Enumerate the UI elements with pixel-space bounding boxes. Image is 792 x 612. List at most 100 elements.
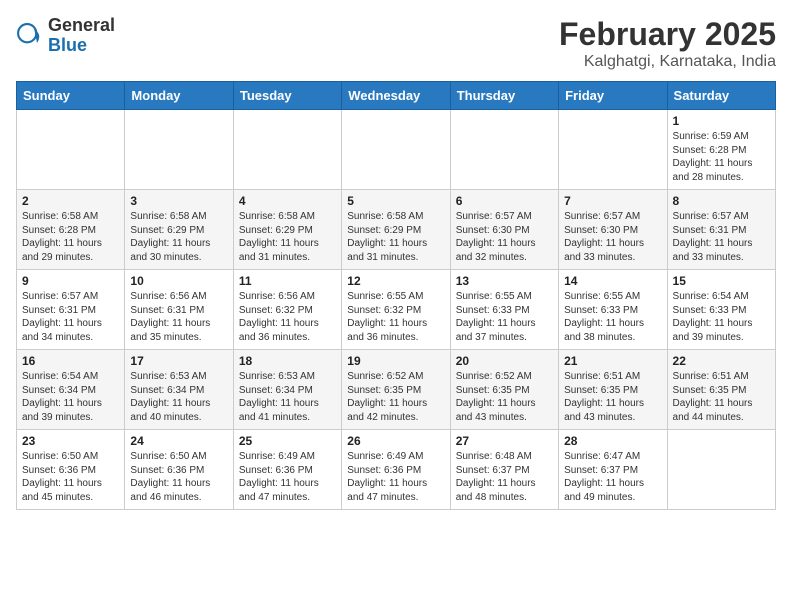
- day-number: 3: [130, 194, 227, 208]
- title-block: February 2025 Kalghatgi, Karnataka, Indi…: [559, 16, 776, 71]
- day-detail: Sunrise: 6:47 AM Sunset: 6:37 PM Dayligh…: [564, 450, 661, 504]
- day-number: 10: [130, 274, 227, 288]
- calendar-cell: 6 Sunrise: 6:57 AM Sunset: 6:30 PM Daylig…: [450, 190, 558, 270]
- day-detail: Sunrise: 6:49 AM Sunset: 6:36 PM Dayligh…: [239, 450, 336, 504]
- day-detail: Sunrise: 6:58 AM Sunset: 6:29 PM Dayligh…: [239, 210, 336, 264]
- day-detail: Sunrise: 6:56 AM Sunset: 6:32 PM Dayligh…: [239, 290, 336, 344]
- day-detail: Sunrise: 6:51 AM Sunset: 6:35 PM Dayligh…: [564, 370, 661, 424]
- calendar-cell: [342, 110, 450, 190]
- calendar-cell: 10 Sunrise: 6:56 AM Sunset: 6:31 PM Dayli…: [125, 270, 233, 350]
- day-detail: Sunrise: 6:52 AM Sunset: 6:35 PM Dayligh…: [347, 370, 444, 424]
- subtitle: Kalghatgi, Karnataka, India: [559, 53, 776, 71]
- calendar-cell: 15 Sunrise: 6:54 AM Sunset: 6:33 PM Dayli…: [667, 270, 775, 350]
- day-detail: Sunrise: 6:55 AM Sunset: 6:32 PM Dayligh…: [347, 290, 444, 344]
- calendar-cell: [559, 110, 667, 190]
- calendar-cell: 1 Sunrise: 6:59 AM Sunset: 6:28 PM Daylig…: [667, 110, 775, 190]
- day-detail: Sunrise: 6:58 AM Sunset: 6:28 PM Dayligh…: [22, 210, 119, 264]
- day-number: 6: [456, 194, 553, 208]
- calendar-cell: 5Sunrise: 6:58 AM Sunset: 6:29 PM Daylig…: [342, 190, 450, 270]
- day-detail: Sunrise: 6:48 AM Sunset: 6:37 PM Dayligh…: [456, 450, 553, 504]
- calendar-cell: 3 Sunrise: 6:58 AM Sunset: 6:29 PM Daylig…: [125, 190, 233, 270]
- calendar-cell: 7Sunrise: 6:57 AM Sunset: 6:30 PM Daylig…: [559, 190, 667, 270]
- weekday-header: Monday: [125, 82, 233, 110]
- day-detail: Sunrise: 6:57 AM Sunset: 6:31 PM Dayligh…: [22, 290, 119, 344]
- day-detail: Sunrise: 6:55 AM Sunset: 6:33 PM Dayligh…: [456, 290, 553, 344]
- calendar-week-row: 2 Sunrise: 6:58 AM Sunset: 6:28 PM Daylig…: [17, 190, 776, 270]
- calendar-cell: 17 Sunrise: 6:53 AM Sunset: 6:34 PM Dayli…: [125, 350, 233, 430]
- day-detail: Sunrise: 6:53 AM Sunset: 6:34 PM Dayligh…: [239, 370, 336, 424]
- weekday-header-row: SundayMondayTuesdayWednesdayThursdayFrid…: [17, 82, 776, 110]
- day-number: 18: [239, 354, 336, 368]
- calendar-cell: 18 Sunrise: 6:53 AM Sunset: 6:34 PM Dayli…: [233, 350, 341, 430]
- day-detail: Sunrise: 6:52 AM Sunset: 6:35 PM Dayligh…: [456, 370, 553, 424]
- calendar-cell: 9 Sunrise: 6:57 AM Sunset: 6:31 PM Daylig…: [17, 270, 125, 350]
- calendar-week-row: 16Sunrise: 6:54 AM Sunset: 6:34 PM Dayli…: [17, 350, 776, 430]
- day-number: 26: [347, 434, 444, 448]
- day-detail: Sunrise: 6:51 AM Sunset: 6:35 PM Dayligh…: [673, 370, 770, 424]
- day-number: 1: [673, 114, 770, 128]
- day-number: 4: [239, 194, 336, 208]
- weekday-header: Saturday: [667, 82, 775, 110]
- calendar-cell: 13 Sunrise: 6:55 AM Sunset: 6:33 PM Dayli…: [450, 270, 558, 350]
- header: General Blue February 2025 Kalghatgi, Ka…: [16, 16, 776, 71]
- day-number: 8: [673, 194, 770, 208]
- calendar-cell: 25 Sunrise: 6:49 AM Sunset: 6:36 PM Dayli…: [233, 430, 341, 510]
- calendar-table: SundayMondayTuesdayWednesdayThursdayFrid…: [16, 81, 776, 510]
- day-number: 22: [673, 354, 770, 368]
- calendar-cell: 21 Sunrise: 6:51 AM Sunset: 6:35 PM Dayli…: [559, 350, 667, 430]
- calendar-cell: 16Sunrise: 6:54 AM Sunset: 6:34 PM Dayli…: [17, 350, 125, 430]
- calendar-cell: 23 Sunrise: 6:50 AM Sunset: 6:36 PM Dayli…: [17, 430, 125, 510]
- day-detail: Sunrise: 6:53 AM Sunset: 6:34 PM Dayligh…: [130, 370, 227, 424]
- calendar-cell: [450, 110, 558, 190]
- day-number: 17: [130, 354, 227, 368]
- day-detail: Sunrise: 6:59 AM Sunset: 6:28 PM Dayligh…: [673, 130, 770, 184]
- day-detail: Sunrise: 6:57 AM Sunset: 6:30 PM Dayligh…: [456, 210, 553, 264]
- calendar-cell: [125, 110, 233, 190]
- calendar-cell: [17, 110, 125, 190]
- day-detail: Sunrise: 6:49 AM Sunset: 6:36 PM Dayligh…: [347, 450, 444, 504]
- calendar-cell: 24Sunrise: 6:50 AM Sunset: 6:36 PM Dayli…: [125, 430, 233, 510]
- day-number: 14: [564, 274, 661, 288]
- day-number: 7: [564, 194, 661, 208]
- day-detail: Sunrise: 6:55 AM Sunset: 6:33 PM Dayligh…: [564, 290, 661, 344]
- weekday-header: Sunday: [17, 82, 125, 110]
- calendar-week-row: 23 Sunrise: 6:50 AM Sunset: 6:36 PM Dayli…: [17, 430, 776, 510]
- calendar-cell: [667, 430, 775, 510]
- day-number: 23: [22, 434, 119, 448]
- day-number: 15: [673, 274, 770, 288]
- day-number: 13: [456, 274, 553, 288]
- main-title: February 2025: [559, 16, 776, 53]
- day-number: 21: [564, 354, 661, 368]
- day-detail: Sunrise: 6:50 AM Sunset: 6:36 PM Dayligh…: [22, 450, 119, 504]
- calendar-cell: 22 Sunrise: 6:51 AM Sunset: 6:35 PM Dayli…: [667, 350, 775, 430]
- calendar-week-row: 1 Sunrise: 6:59 AM Sunset: 6:28 PM Daylig…: [17, 110, 776, 190]
- day-detail: Sunrise: 6:56 AM Sunset: 6:31 PM Dayligh…: [130, 290, 227, 344]
- weekday-header: Wednesday: [342, 82, 450, 110]
- day-number: 2: [22, 194, 119, 208]
- calendar-cell: 27 Sunrise: 6:48 AM Sunset: 6:37 PM Dayli…: [450, 430, 558, 510]
- day-detail: Sunrise: 6:54 AM Sunset: 6:33 PM Dayligh…: [673, 290, 770, 344]
- day-number: 16: [22, 354, 119, 368]
- day-detail: Sunrise: 6:50 AM Sunset: 6:36 PM Dayligh…: [130, 450, 227, 504]
- logo-blue-text: Blue: [48, 36, 115, 56]
- day-number: 12: [347, 274, 444, 288]
- calendar-cell: 12 Sunrise: 6:55 AM Sunset: 6:32 PM Dayli…: [342, 270, 450, 350]
- day-number: 28: [564, 434, 661, 448]
- day-number: 25: [239, 434, 336, 448]
- calendar-cell: [233, 110, 341, 190]
- day-number: 5: [347, 194, 444, 208]
- weekday-header: Friday: [559, 82, 667, 110]
- day-detail: Sunrise: 6:57 AM Sunset: 6:31 PM Dayligh…: [673, 210, 770, 264]
- logo-icon: [16, 22, 44, 50]
- weekday-header: Thursday: [450, 82, 558, 110]
- day-number: 27: [456, 434, 553, 448]
- day-number: 20: [456, 354, 553, 368]
- calendar-cell: 20 Sunrise: 6:52 AM Sunset: 6:35 PM Dayli…: [450, 350, 558, 430]
- day-number: 9: [22, 274, 119, 288]
- calendar-cell: 4 Sunrise: 6:58 AM Sunset: 6:29 PM Daylig…: [233, 190, 341, 270]
- weekday-header: Tuesday: [233, 82, 341, 110]
- logo: General Blue: [16, 16, 115, 56]
- calendar-cell: 14 Sunrise: 6:55 AM Sunset: 6:33 PM Dayli…: [559, 270, 667, 350]
- day-detail: Sunrise: 6:58 AM Sunset: 6:29 PM Dayligh…: [130, 210, 227, 264]
- calendar-week-row: 9 Sunrise: 6:57 AM Sunset: 6:31 PM Daylig…: [17, 270, 776, 350]
